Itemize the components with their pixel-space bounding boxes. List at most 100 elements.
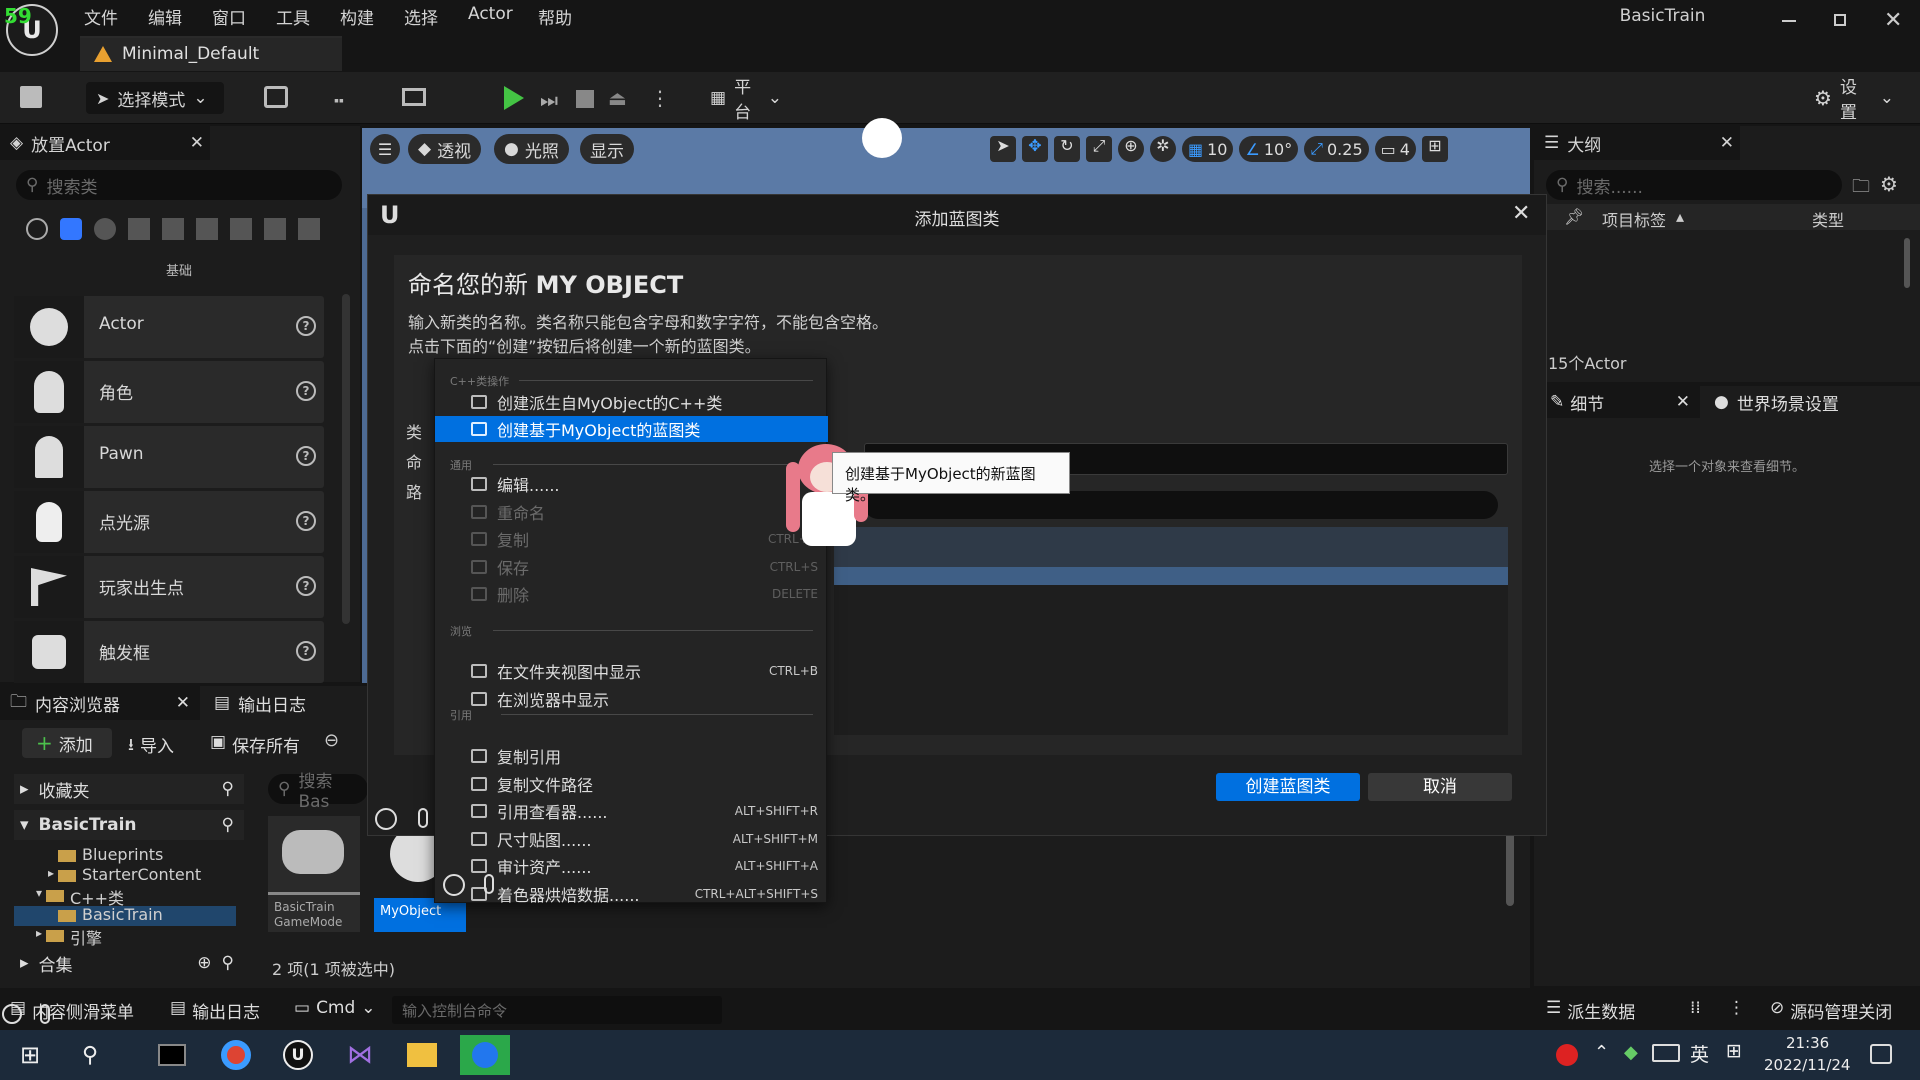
world-local-icon[interactable]: ⊕ <box>1118 136 1144 162</box>
actor-item[interactable]: 触发框? <box>14 621 324 683</box>
project-row[interactable]: ▾ BasicTrain ⚲ <box>14 810 244 840</box>
menu-item[interactable]: 窗口 <box>212 4 246 29</box>
recorder-refresh-icon[interactable] <box>2 1004 22 1024</box>
help-icon[interactable]: ? <box>296 316 316 336</box>
actor-item[interactable]: 玩家出生点? <box>14 556 324 618</box>
folder-tree-item[interactable]: ▸ 引擎 <box>14 926 236 948</box>
lighting-button[interactable]: ● 光照 <box>494 134 569 164</box>
add-folder-icon[interactable]: 🗀 <box>1852 174 1870 204</box>
step-icon[interactable]: ⏭ <box>540 88 558 112</box>
menu-item[interactable]: 编辑 <box>148 4 182 29</box>
world-settings-tab[interactable]: ● 世界场景设置 <box>1714 386 1914 418</box>
type-column[interactable]: 类型 <box>1812 207 1844 231</box>
output-log-button[interactable]: ▤ 输出日志 <box>170 998 260 1023</box>
add-collection-icon[interactable]: ⊕ <box>197 953 211 973</box>
favorites-row[interactable]: ▸ 收藏夹 ⚲ <box>14 774 244 804</box>
cinematic-icon[interactable] <box>162 218 184 240</box>
ime-indicator[interactable]: 英 <box>1690 1040 1709 1067</box>
actor-item[interactable]: Actor? <box>14 296 324 358</box>
windows-start-icon[interactable]: ⊞ <box>8 1035 52 1075</box>
import-button[interactable]: ⭳ 导入 <box>128 732 174 761</box>
basic-icon[interactable] <box>60 218 82 240</box>
context-menu-item[interactable]: 创建基于MyObject的蓝图类 <box>435 416 828 442</box>
create-blueprint-button[interactable]: 创建蓝图类 <box>1216 773 1360 801</box>
save-icon[interactable] <box>20 86 42 108</box>
back-icon[interactable]: ⊖ <box>324 730 339 751</box>
label-column[interactable]: 项目标签 <box>1602 207 1666 231</box>
content-browser-tab[interactable]: 🗀 内容浏览器 ✕ <box>0 686 200 720</box>
close-icon[interactable]: ✕ <box>176 693 190 713</box>
help-icon[interactable]: ? <box>296 381 316 401</box>
details-tab[interactable]: ✎ 细节 ✕ <box>1534 386 1700 418</box>
source-control-button[interactable]: ⊘ 源码管理关闭 <box>1770 998 1892 1023</box>
save-all-button[interactable]: ▣ 保存所有 <box>210 732 300 757</box>
help-icon[interactable]: ? <box>296 641 316 661</box>
outliner-scrollbar[interactable] <box>1904 238 1910 288</box>
folder-tree-item[interactable]: ▾ C++类 <box>14 886 236 908</box>
close-icon[interactable]: ✕ <box>190 133 204 153</box>
menu-item[interactable]: 选择 <box>404 4 438 29</box>
rotation-snap-button[interactable]: ∠ 10° <box>1239 136 1299 162</box>
close-icon[interactable]: ✕ <box>1884 8 1902 33</box>
context-menu-item[interactable]: 在文件夹视图中显示 CTRL+B <box>435 658 828 684</box>
trace-icon[interactable]: ⁞⁞ <box>1690 998 1701 1018</box>
menu-item[interactable]: 文件 <box>84 4 118 29</box>
terminal-app-icon[interactable] <box>150 1035 194 1075</box>
restore-icon[interactable] <box>1834 14 1846 26</box>
visual-studio-icon[interactable]: ⋈ <box>338 1035 382 1075</box>
perspective-button[interactable]: ◆ 透视 <box>408 134 482 164</box>
search-icon[interactable]: ⚲ <box>222 953 234 973</box>
class-search-input[interactable]: ⚲ 搜索类 <box>16 170 342 200</box>
keyboard-icon[interactable] <box>1652 1044 1680 1062</box>
recorder-mic-icon[interactable] <box>418 808 428 828</box>
folder-tree-item[interactable]: ▸ StarterContent <box>14 865 236 886</box>
folder-tree-item[interactable]: Blueprints <box>14 845 236 866</box>
context-menu-item[interactable]: 复制引用 <box>435 743 828 769</box>
grid-snap-button[interactable]: ▦ 10 <box>1182 136 1234 162</box>
recorder-mic-icon[interactable] <box>484 874 494 894</box>
visual-effects-icon[interactable] <box>196 218 218 240</box>
shapes-icon[interactable] <box>128 218 150 240</box>
content-drawer-button[interactable]: ▤ 内容侧滑菜单 <box>10 998 134 1023</box>
console-input[interactable]: 输入控制台命令 <box>392 996 722 1024</box>
recorder-mic-icon[interactable] <box>40 1004 50 1024</box>
context-menu-item[interactable]: 创建派生自MyObject的C++类 <box>435 389 828 415</box>
asset-search-input[interactable]: ⚲ 搜索 Bas <box>268 772 368 812</box>
close-icon[interactable]: ✕ <box>1720 133 1734 153</box>
more-options-icon[interactable]: ⋮ <box>1728 998 1745 1018</box>
chrome-icon[interactable] <box>214 1035 258 1075</box>
stop-icon[interactable] <box>576 90 594 108</box>
help-icon[interactable]: ? <box>296 446 316 466</box>
show-button[interactable]: 显示 <box>580 134 634 164</box>
platform-button[interactable]: ▦ 平台 ⌄ <box>700 78 792 123</box>
cancel-button[interactable]: 取消 <box>1368 773 1512 801</box>
notification-icon[interactable] <box>1870 1044 1892 1064</box>
context-menu-item[interactable]: 审计资产...... ALT+SHIFT+A <box>435 853 828 879</box>
ime-mode-icon[interactable]: ⊞ <box>1726 1040 1742 1062</box>
tray-app-icon[interactable] <box>1556 1044 1578 1066</box>
menu-item[interactable]: 帮助 <box>538 4 572 29</box>
scrollbar[interactable] <box>342 294 350 624</box>
clock-time[interactable]: 21:36 <box>1786 1034 1829 1052</box>
actor-item[interactable]: 点光源? <box>14 491 324 553</box>
more-options-icon[interactable]: ⋮ <box>650 86 670 110</box>
path-input[interactable] <box>864 491 1498 519</box>
eject-icon[interactable]: ⏏ <box>608 86 627 110</box>
minimize-icon[interactable] <box>1782 20 1796 22</box>
recorder-refresh-icon[interactable] <box>375 808 397 830</box>
context-menu-item[interactable]: 引用查看器...... ALT+SHIFT+R <box>435 798 828 824</box>
volumes-icon[interactable] <box>264 218 286 240</box>
all-classes-icon[interactable] <box>298 218 320 240</box>
cmd-dropdown[interactable]: ▭ Cmd ⌄ <box>294 998 376 1018</box>
output-log-tab[interactable]: ▤ 输出日志 <box>214 686 354 720</box>
search-icon[interactable]: ⚲ <box>222 779 234 799</box>
cinematics-icon[interactable] <box>402 88 426 106</box>
recorder-refresh-icon[interactable] <box>443 874 465 896</box>
add-actor-icon[interactable] <box>264 86 288 108</box>
help-icon[interactable]: ? <box>296 576 316 596</box>
folder-tree-item[interactable]: BasicTrain <box>14 905 236 926</box>
scale-tool-icon[interactable]: ⤢ <box>1086 136 1112 162</box>
gear-icon[interactable]: ⚙ <box>1880 172 1898 196</box>
close-icon[interactable]: ✕ <box>1676 392 1690 412</box>
play-icon[interactable] <box>504 86 524 110</box>
